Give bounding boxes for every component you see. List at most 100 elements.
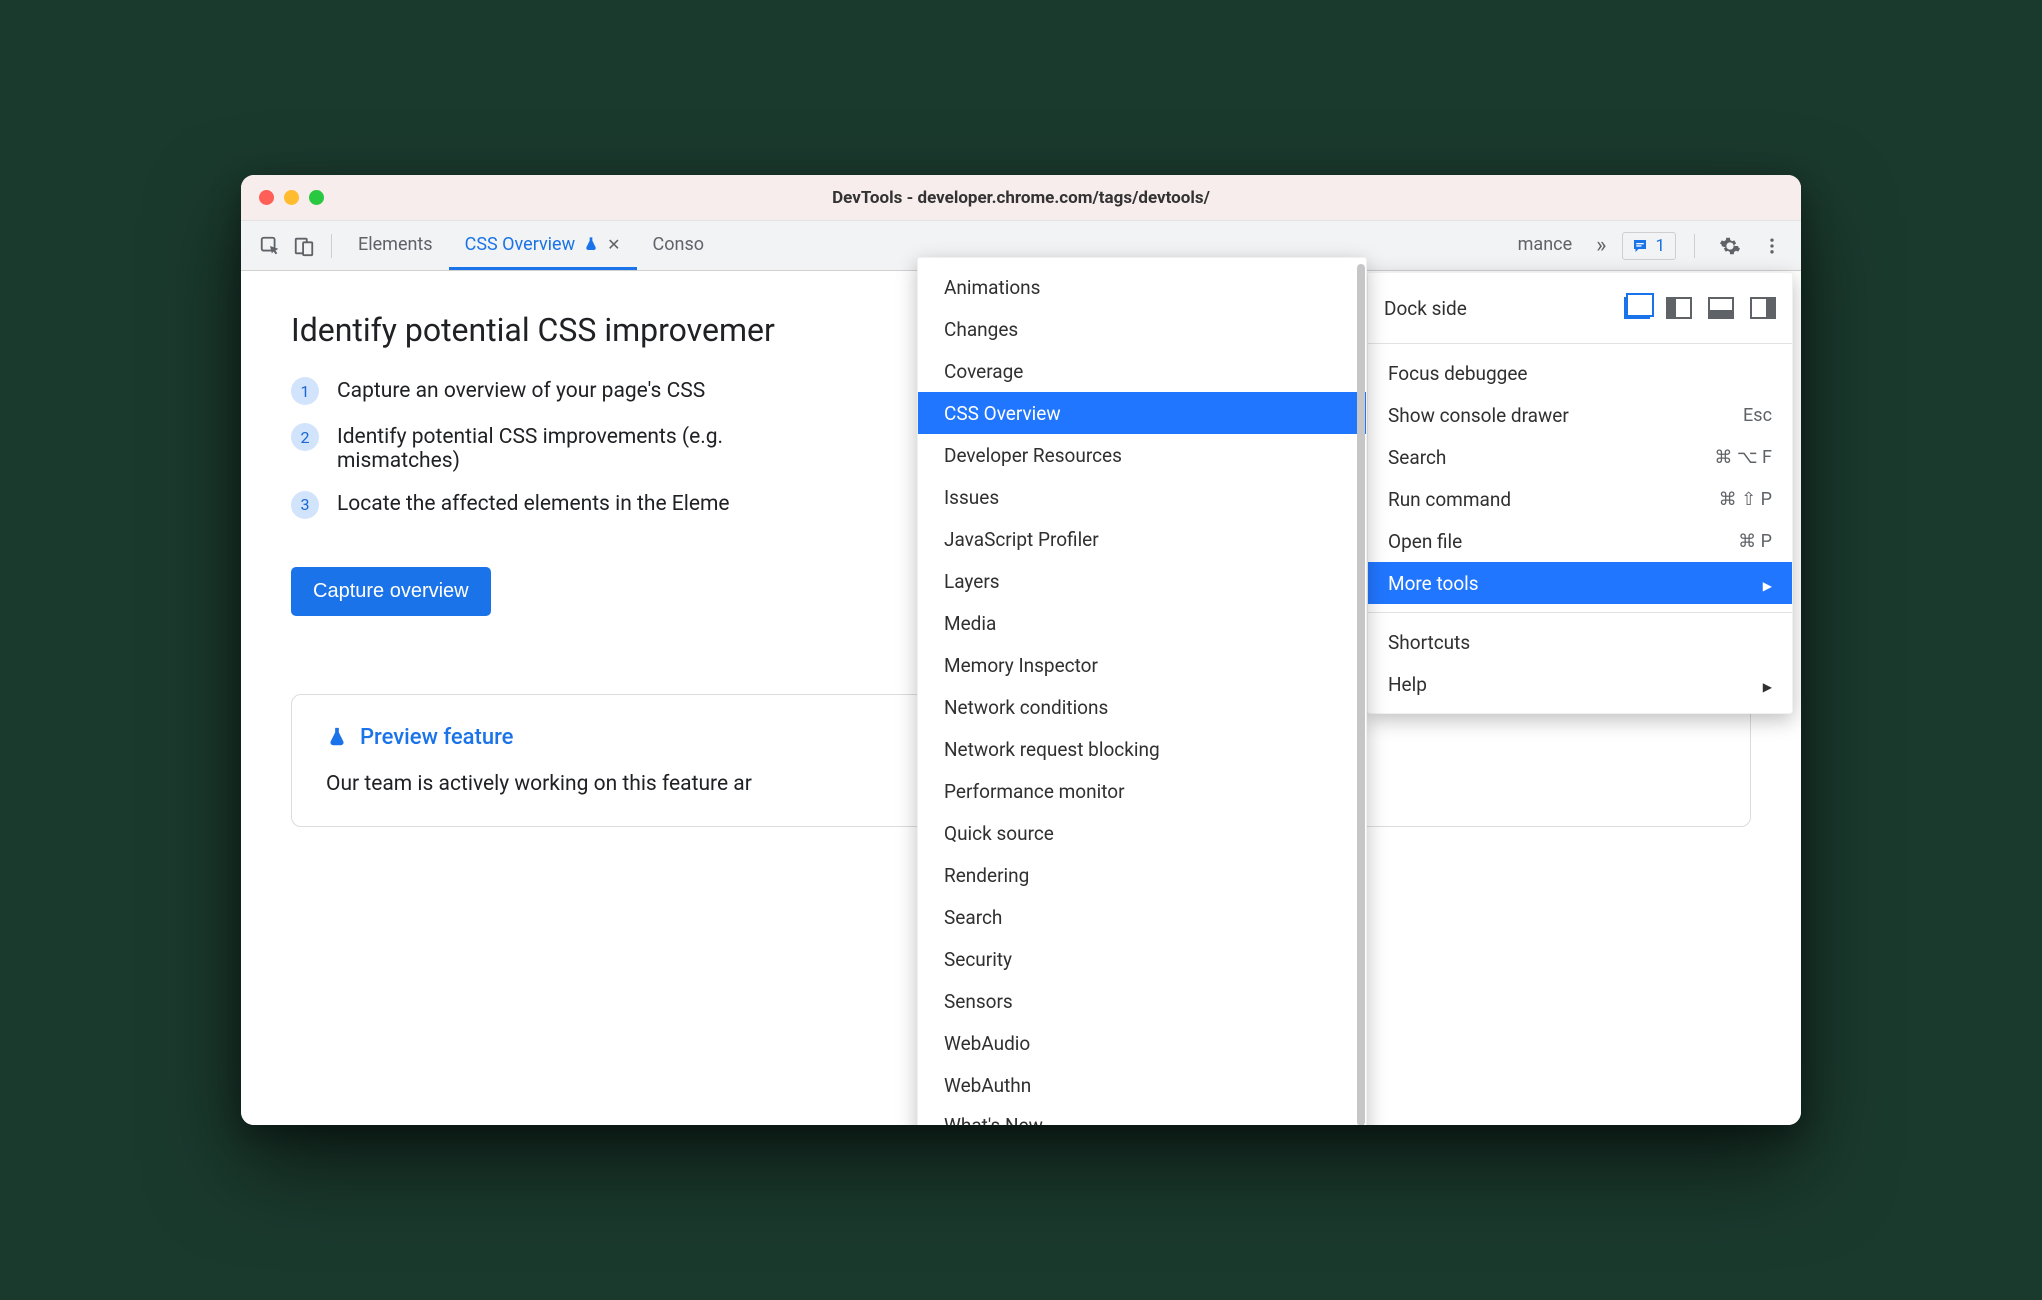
minimize-window-button[interactable] (284, 190, 299, 205)
tools-item-label: Developer Resources (944, 444, 1122, 467)
dock-bottom-icon[interactable] (1708, 297, 1734, 319)
tools-item-coverage[interactable]: Coverage (918, 350, 1366, 392)
tab-elements[interactable]: Elements (342, 221, 449, 270)
flask-icon (326, 726, 348, 748)
settings-section-main: Focus debuggee Show console drawer Esc S… (1368, 343, 1792, 612)
tools-item-label: Search (944, 906, 1002, 929)
tools-item-label: Issues (944, 486, 999, 509)
menu-label: Open file (1388, 530, 1462, 553)
tools-item-what-s-new[interactable]: What's New (918, 1106, 1366, 1125)
menu-item-more-tools[interactable]: More tools (1368, 562, 1792, 604)
list-text: Capture an overview of your page's CSS (337, 379, 705, 403)
settings-section-footer: Shortcuts Help (1368, 612, 1792, 713)
menu-item-run-command[interactable]: Run command ⌘ ⇧ P (1368, 478, 1792, 520)
close-window-button[interactable] (259, 190, 274, 205)
menu-item-open-file[interactable]: Open file ⌘ P (1368, 520, 1792, 562)
submenu-arrow-icon (1763, 673, 1772, 696)
window-title: DevTools - developer.chrome.com/tags/dev… (241, 188, 1801, 208)
issues-count: 1 (1655, 236, 1665, 256)
tools-item-rendering[interactable]: Rendering (918, 854, 1366, 896)
tools-item-sensors[interactable]: Sensors (918, 980, 1366, 1022)
tools-item-layers[interactable]: Layers (918, 560, 1366, 602)
tools-item-changes[interactable]: Changes (918, 308, 1366, 350)
toolbar-right: mance » 1 (1510, 229, 1789, 263)
dock-right-icon[interactable] (1750, 297, 1776, 319)
menu-item-search[interactable]: Search ⌘ ⌥ F (1368, 436, 1792, 478)
menu-item-help[interactable]: Help (1368, 663, 1792, 705)
tools-item-performance-monitor[interactable]: Performance monitor (918, 770, 1366, 812)
tools-item-memory-inspector[interactable]: Memory Inspector (918, 644, 1366, 686)
tools-item-security[interactable]: Security (918, 938, 1366, 980)
menu-shortcut: ⌘ P (1738, 531, 1772, 552)
capture-overview-button[interactable]: Capture overview (291, 567, 491, 616)
menu-label: Search (1388, 446, 1446, 469)
tab-label: CSS Overview (465, 234, 576, 255)
inspect-element-icon[interactable] (253, 229, 287, 263)
tools-item-css-overview[interactable]: CSS Overview (918, 392, 1366, 434)
menu-label: Run command (1388, 488, 1511, 511)
tools-item-label: Network request blocking (944, 738, 1160, 761)
tools-item-quick-source[interactable]: Quick source (918, 812, 1366, 854)
kebab-menu-icon[interactable] (1755, 229, 1789, 263)
bullet-number: 3 (291, 491, 319, 519)
bullet-number: 2 (291, 423, 319, 451)
flask-icon (583, 236, 599, 252)
scrollbar-thumb[interactable] (1357, 264, 1365, 1125)
list-text: Locate the affected elements in the Elem… (337, 492, 730, 516)
tab-css-overview[interactable]: CSS Overview ✕ (449, 221, 637, 270)
titlebar: DevTools - developer.chrome.com/tags/dev… (241, 175, 1801, 221)
settings-gear-icon[interactable] (1713, 229, 1747, 263)
menu-shortcut: Esc (1743, 405, 1772, 426)
tabs-overflow-button[interactable]: » (1588, 233, 1614, 258)
traffic-lights (259, 190, 324, 205)
tools-item-webaudio[interactable]: WebAudio (918, 1022, 1366, 1064)
tab-label: mance (1518, 234, 1572, 255)
tab-console-cut[interactable]: Conso (637, 221, 720, 270)
issues-badge[interactable]: 1 (1622, 232, 1676, 260)
tools-item-issues[interactable]: Issues (918, 476, 1366, 518)
tools-item-animations[interactable]: Animations (918, 266, 1366, 308)
maximize-window-button[interactable] (309, 190, 324, 205)
tab-label: Elements (358, 234, 433, 255)
menu-shortcut: ⌘ ⌥ F (1714, 447, 1772, 468)
tools-item-label: Sensors (944, 990, 1013, 1013)
chat-icon (1631, 237, 1649, 255)
menu-label: Focus debuggee (1388, 362, 1528, 385)
tools-item-label: Coverage (944, 360, 1023, 383)
menu-item-shortcuts[interactable]: Shortcuts (1368, 621, 1792, 663)
tools-item-search[interactable]: Search (918, 896, 1366, 938)
tools-item-label: Performance monitor (944, 780, 1125, 803)
menu-item-focus-debuggee[interactable]: Focus debuggee (1368, 352, 1792, 394)
menu-item-show-console-drawer[interactable]: Show console drawer Esc (1368, 394, 1792, 436)
tools-item-javascript-profiler[interactable]: JavaScript Profiler (918, 518, 1366, 560)
tab-performance-cut[interactable]: mance (1510, 234, 1580, 258)
close-tab-icon[interactable]: ✕ (607, 235, 620, 254)
tools-item-label: Layers (944, 570, 1000, 593)
tools-item-label: What's New (944, 1114, 1043, 1125)
list-text: Identify potential CSS improvements (e.g… (337, 425, 723, 473)
tools-item-developer-resources[interactable]: Developer Resources (918, 434, 1366, 476)
tools-item-label: Changes (944, 318, 1018, 341)
dock-left-icon[interactable] (1666, 297, 1692, 319)
devtools-window: DevTools - developer.chrome.com/tags/dev… (241, 175, 1801, 1125)
tools-item-label: Animations (944, 276, 1040, 299)
submenu-arrow-icon (1763, 572, 1772, 595)
dock-undock-icon[interactable] (1624, 297, 1650, 319)
list-item: 3 Locate the affected elements in the El… (291, 491, 1011, 519)
tools-item-label: Rendering (944, 864, 1029, 887)
settings-menu: Dock side Focus debuggee Show console dr… (1367, 272, 1793, 714)
tools-item-label: Network conditions (944, 696, 1108, 719)
tools-item-label: WebAudio (944, 1032, 1030, 1055)
list-item: 2 Identify potential CSS improvements (e… (291, 423, 1011, 473)
tools-item-label: WebAuthn (944, 1074, 1031, 1097)
menu-label: Help (1388, 673, 1427, 696)
menu-shortcut: ⌘ ⇧ P (1719, 489, 1772, 510)
tools-scroll[interactable]: Animations Changes Coverage CSS Overview Dev… (918, 258, 1366, 1125)
tools-item-network-request-blocking[interactable]: Network request blocking (918, 728, 1366, 770)
tools-item-media[interactable]: Media (918, 602, 1366, 644)
device-toolbar-icon[interactable] (287, 229, 321, 263)
tools-item-network-conditions[interactable]: Network conditions (918, 686, 1366, 728)
tools-item-webauthn[interactable]: WebAuthn (918, 1064, 1366, 1106)
dock-options (1624, 297, 1776, 319)
tools-item-label: Quick source (944, 822, 1054, 845)
